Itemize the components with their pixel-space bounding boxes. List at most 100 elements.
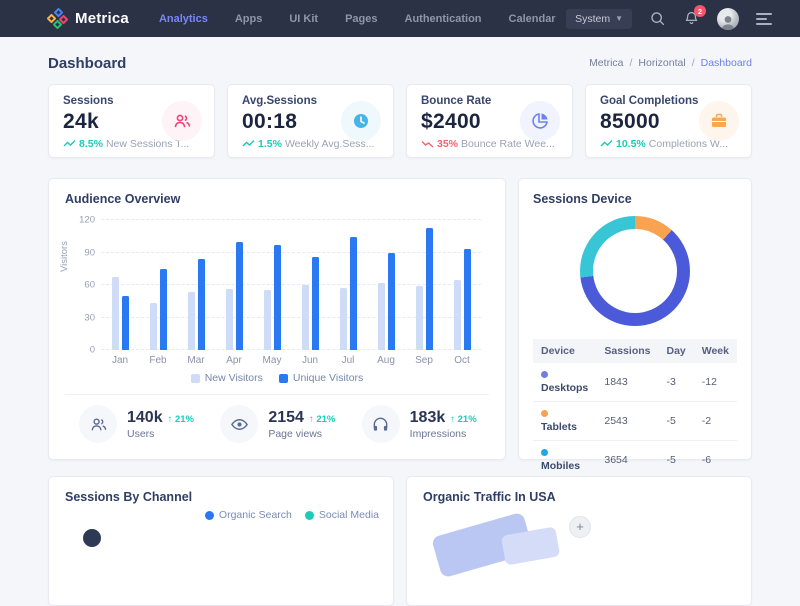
bar-unique-visitors (198, 259, 205, 350)
map-zoom-in-button[interactable]: + (569, 516, 591, 538)
pie-chart-icon (530, 111, 550, 131)
bar-group-apr (215, 220, 253, 350)
bar-group-oct (443, 220, 481, 350)
bar-unique-visitors (464, 249, 471, 350)
search-icon[interactable] (649, 10, 666, 27)
trend-value: 10.5% (616, 138, 646, 150)
stat-card-goal-completions: Goal Completions 85000 10.5% Completions… (585, 84, 752, 158)
stat-number: 140k (127, 409, 163, 427)
x-tick-label: Oct (443, 355, 481, 366)
audience-overview-card: Audience Overview Visitors 0306090120 Ja… (48, 178, 506, 460)
table-header: Week (694, 339, 737, 363)
trend-up-icon (63, 139, 76, 149)
x-tick-label: Sep (405, 355, 443, 366)
stat-card-avg-sessions: Avg.Sessions 00:18 1.5% Weekly Avg.Sess.… (227, 84, 394, 158)
x-tick-label: Jul (329, 355, 367, 366)
x-tick-label: Apr (215, 355, 253, 366)
eye-icon (230, 415, 249, 434)
bar-group-feb (139, 220, 177, 350)
device-color-dot (541, 371, 548, 378)
bar-unique-visitors (236, 242, 243, 350)
trend-value: 35% (437, 138, 458, 150)
x-axis-labels: JanFebMarAprMayJunJulAugSepOct (101, 355, 481, 366)
y-tick-label: 90 (69, 247, 95, 258)
bar-group-may (253, 220, 291, 350)
legend-item-unique-visitors[interactable]: Unique Visitors (279, 372, 363, 384)
breadcrumb-item[interactable]: Metrica (589, 57, 623, 69)
card-title: Audience Overview (65, 192, 489, 206)
brand-name: Metrica (75, 10, 129, 27)
bar-group-sep (405, 220, 443, 350)
person-icon (719, 14, 737, 30)
nav-item-calendar[interactable]: Calendar (509, 13, 556, 25)
bar-unique-visitors (350, 237, 357, 350)
table-header: Day (658, 339, 693, 363)
bar-new-visitors (454, 280, 461, 350)
bar-unique-visitors (426, 228, 433, 350)
stat-cards-row: Sessions 24k 8.5% New Sessions T... Avg.… (48, 84, 752, 158)
y-tick-label: 0 (69, 345, 95, 356)
notification-badge: 2 (694, 5, 706, 17)
legend-item-new-visitors[interactable]: New Visitors (191, 372, 263, 384)
stat-card-bounce-rate: Bounce Rate $2400 35% Bounce Rate Wee... (406, 84, 573, 158)
device-week: -6 (694, 441, 737, 480)
bar-new-visitors (150, 303, 157, 350)
legend-swatch (205, 511, 214, 520)
system-dropdown[interactable]: System ▼ (566, 9, 632, 29)
y-tick-label: 30 (69, 312, 95, 323)
trend-value: 1.5% (258, 138, 282, 150)
briefcase-icon (709, 111, 729, 131)
bar-unique-visitors (160, 269, 167, 350)
breadcrumb: Metrica / Horizontal / Dashboard (589, 57, 752, 69)
headphones-icon (371, 415, 390, 434)
audience-bar-chart: Visitors 0306090120 JanFebMarAprMayJunJu… (65, 220, 489, 384)
stat-icon-circle (520, 101, 560, 141)
nav-item-apps[interactable]: Apps (235, 13, 263, 25)
legend-item-organic-search[interactable]: Organic Search (205, 509, 292, 521)
breadcrumb-item[interactable]: Horizontal (638, 57, 685, 69)
bar-new-visitors (112, 277, 119, 350)
user-avatar[interactable] (717, 8, 739, 30)
trend-up-icon (242, 139, 255, 149)
stat-number: 183k (410, 409, 446, 427)
stat-card-sessions: Sessions 24k 8.5% New Sessions T... (48, 84, 215, 158)
bar-group-jun (291, 220, 329, 350)
stat-label: Page views (268, 428, 335, 440)
menu-icon[interactable] (756, 13, 772, 25)
nav-item-ui-kit[interactable]: UI Kit (289, 13, 318, 25)
stat-delta: ↑ 21% (450, 414, 476, 425)
bar-new-visitors (226, 289, 233, 350)
stat-delta: ↑ 21% (168, 414, 194, 425)
nav-item-analytics[interactable]: Analytics (159, 13, 208, 25)
brand-logo[interactable]: Metrica (48, 9, 129, 29)
table-header: Sassions (596, 339, 658, 363)
table-row: Mobiles3654-5-6 (533, 441, 737, 480)
nav-item-pages[interactable]: Pages (345, 13, 377, 25)
bar-group-jul (329, 220, 367, 350)
x-tick-label: May (253, 355, 291, 366)
trend-down-icon (421, 139, 434, 149)
x-tick-label: Feb (139, 355, 177, 366)
bar-new-visitors (378, 283, 385, 350)
x-tick-label: Jun (291, 355, 329, 366)
bar-new-visitors (264, 290, 271, 350)
stat-label: Impressions (410, 428, 477, 440)
audience-stat-users: 140k ↑ 21% Users (65, 405, 206, 443)
sessions-device-card: Sessions Device DeviceSassionsDayWeek De… (518, 178, 752, 460)
device-sessions: 3654 (596, 441, 658, 480)
sessions-by-channel-card: Sessions By Channel Organic SearchSocial… (48, 476, 394, 606)
device-day: -3 (658, 363, 693, 402)
y-tick-label: 60 (69, 280, 95, 291)
breadcrumb-separator: / (692, 57, 695, 69)
chart-legend: New Visitors Unique Visitors (65, 372, 489, 384)
device-sessions: 2543 (596, 402, 658, 441)
legend-item-social-media[interactable]: Social Media (305, 509, 379, 521)
system-dropdown-label: System (575, 13, 610, 25)
device-color-dot (541, 449, 548, 456)
page-title: Dashboard (48, 55, 126, 72)
legend-swatch (279, 374, 288, 383)
users-icon (89, 415, 108, 434)
nav-item-authentication[interactable]: Authentication (405, 13, 482, 25)
notifications-button[interactable]: 2 (683, 10, 700, 27)
bar-unique-visitors (122, 296, 129, 350)
